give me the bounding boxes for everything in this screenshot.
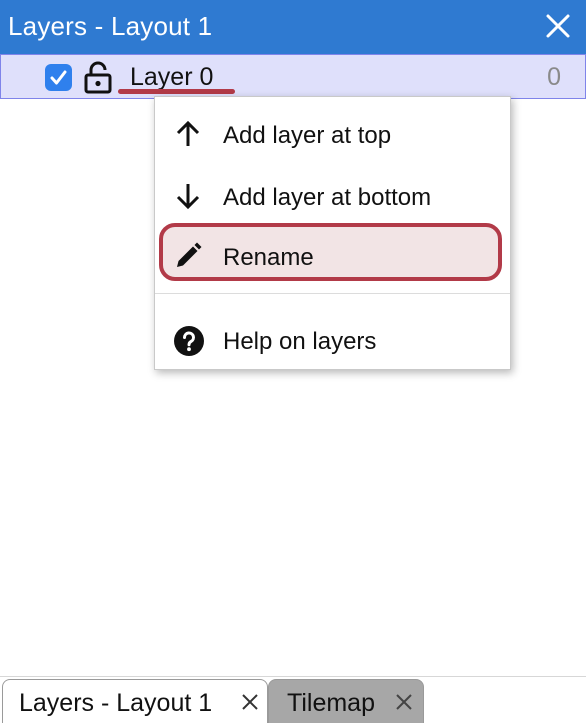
- tab-close-icon[interactable]: [395, 693, 413, 711]
- arrow-down-icon: [173, 181, 203, 211]
- layer-visibility-checkbox[interactable]: [45, 64, 72, 91]
- menu-item-add-layer-at-bottom[interactable]: Add layer at bottom: [155, 164, 510, 224]
- pencil-icon: [173, 241, 203, 271]
- menu-item-help-on-layers[interactable]: Help on layers: [155, 308, 510, 368]
- menu-item-label: Help on layers: [223, 328, 377, 355]
- tab-label: Tilemap: [287, 689, 375, 717]
- menu-item-label: Add layer at bottom: [223, 184, 432, 211]
- tab-tilemap[interactable]: Tilemap: [268, 679, 424, 723]
- layer-name[interactable]: Layer 0: [130, 63, 213, 92]
- panel-title: Layers - Layout 1: [8, 11, 213, 41]
- tab-close-icon[interactable]: [241, 693, 259, 711]
- layer-row[interactable]: Layer 0 0: [0, 54, 586, 99]
- bottom-tab-bar: Layers - Layout 1 Tilemap: [0, 676, 586, 723]
- close-icon[interactable]: [544, 12, 572, 40]
- layer-name-annotation-underline: [118, 89, 235, 94]
- menu-item-add-layer-at-top[interactable]: Add layer at top: [155, 102, 510, 162]
- tab-label: Layers - Layout 1: [19, 689, 213, 717]
- arrow-up-icon: [173, 119, 203, 149]
- menu-separator: [155, 293, 510, 294]
- menu-item-label: Add layer at top: [223, 122, 392, 149]
- help-circle-icon: [173, 325, 204, 356]
- menu-item-rename[interactable]: Rename: [155, 224, 510, 284]
- unlock-icon[interactable]: [83, 60, 113, 94]
- menu-item-label: Rename: [223, 244, 314, 271]
- layer-context-menu: Add layer at top Add layer at bottom Ren…: [154, 96, 511, 370]
- panel-titlebar: Layers - Layout 1: [0, 0, 586, 54]
- layer-instance-count: 0: [547, 63, 561, 91]
- tab-layers-layout-1[interactable]: Layers - Layout 1: [2, 679, 268, 723]
